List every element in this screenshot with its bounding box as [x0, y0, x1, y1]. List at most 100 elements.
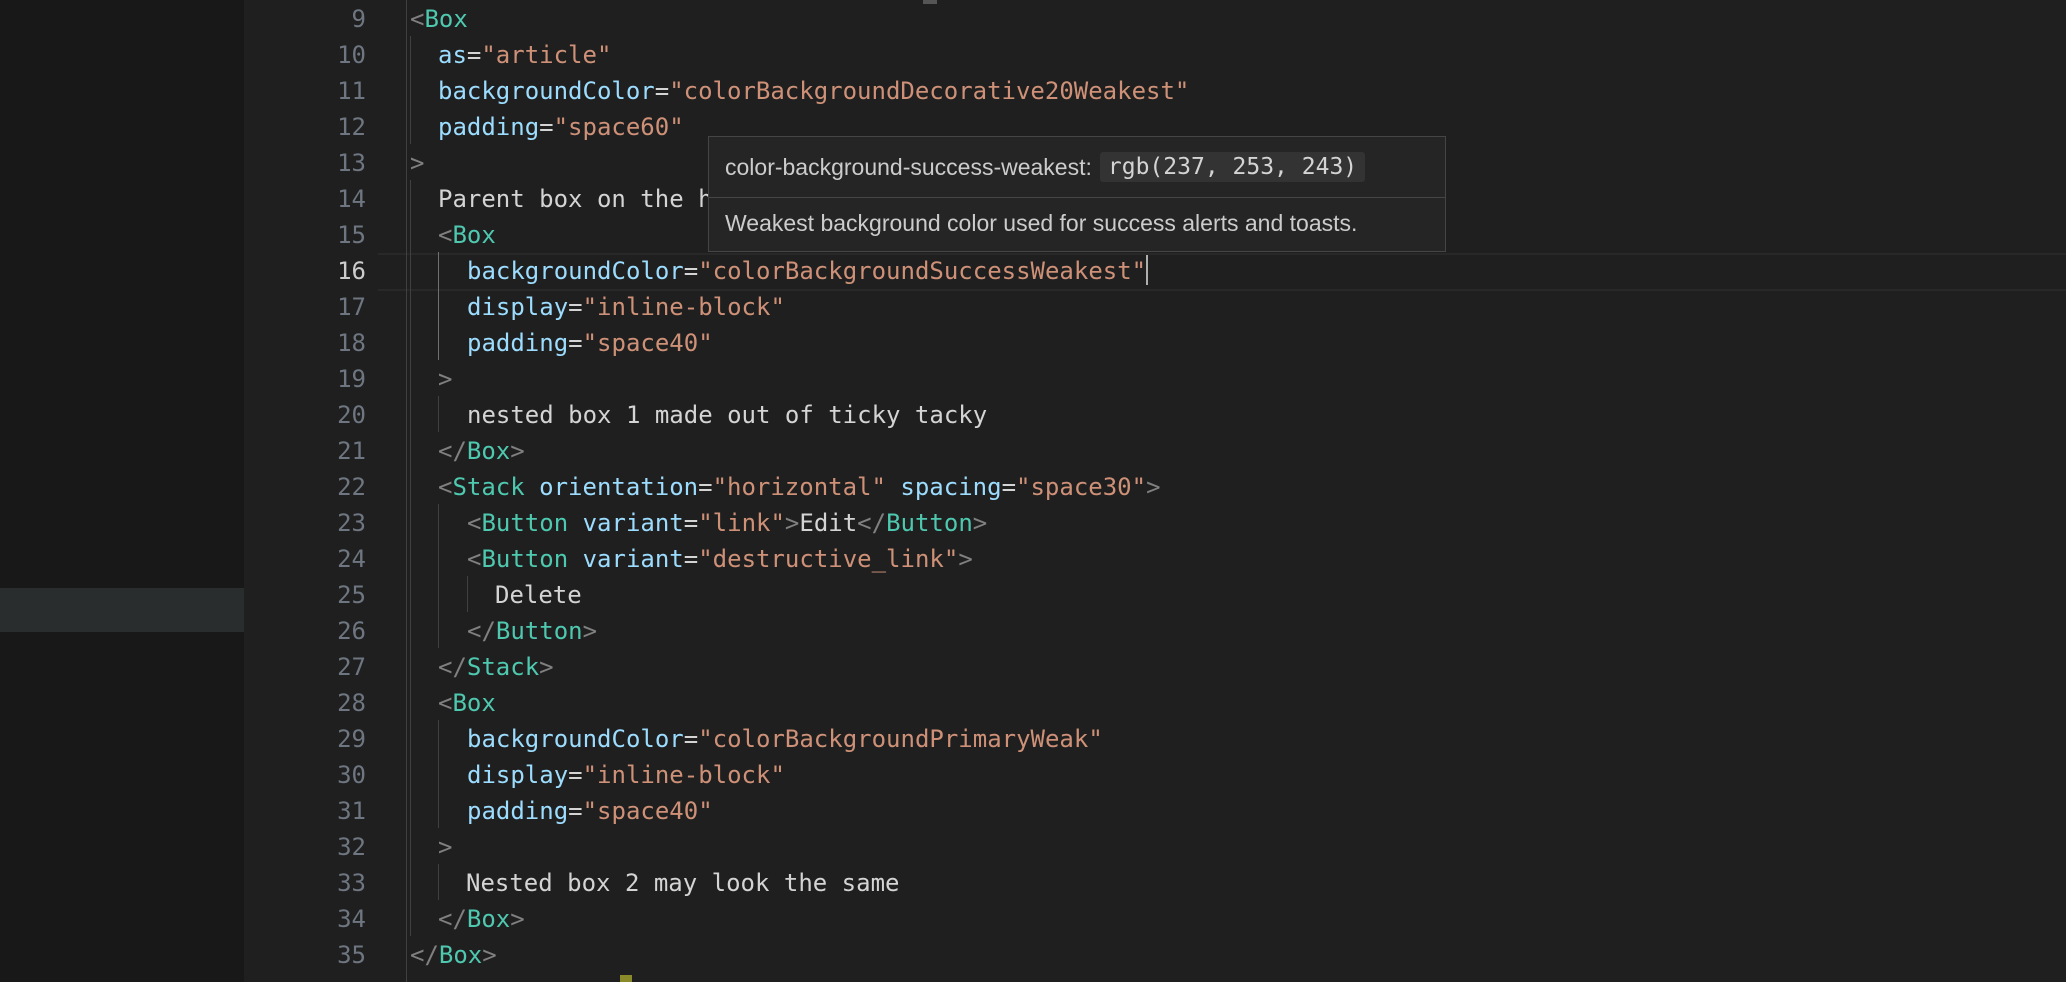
code-line: Parent box on the h — [438, 181, 713, 217]
line-number: 12 — [337, 113, 366, 141]
jsx-string: "article" — [481, 41, 612, 69]
jsx-tag: Button — [481, 509, 569, 537]
line-number: 32 — [337, 833, 366, 861]
line-number: 23 — [337, 509, 366, 537]
jsx-text: nested box 1 made out of ticky tacky — [467, 401, 988, 429]
code-line: </Box> — [438, 905, 525, 933]
indent-guide-active — [438, 252, 439, 360]
code-line: </Stack> — [438, 653, 554, 681]
line-number: 14 — [337, 185, 366, 213]
text-cursor — [1146, 255, 1149, 285]
jsx-tag: Box — [466, 905, 511, 933]
code-line: > — [438, 365, 453, 393]
code-line: Nested box 2 may look the same — [466, 865, 899, 901]
line-number: 10 — [337, 41, 366, 69]
jsx-string: "destructive_link" — [698, 545, 959, 573]
jsx-attribute: backgroundColor — [467, 725, 684, 753]
line-number: 20 — [337, 401, 366, 429]
sidebar-selected-item[interactable] — [0, 588, 244, 632]
jsx-attribute: as — [438, 41, 467, 69]
token-value: rgb(237, 253, 243) — [1099, 152, 1366, 182]
code-line: display="inline-block" — [467, 293, 785, 321]
lightbulb-icon[interactable] — [620, 975, 632, 982]
jsx-attribute: display — [467, 761, 569, 789]
line-number: 27 — [337, 653, 366, 681]
line-number: 21 — [337, 437, 366, 465]
jsx-attribute: orientation — [539, 473, 699, 501]
line-number: 26 — [337, 617, 366, 645]
line-number: 29 — [337, 725, 366, 753]
code-line: Delete — [495, 577, 582, 613]
indent-guide — [438, 396, 439, 432]
code-line: > — [438, 833, 453, 861]
jsx-string: "inline-block" — [582, 293, 785, 321]
indent-guide — [438, 864, 439, 900]
jsx-text: Parent box on the h — [438, 185, 713, 213]
jsx-tag: Button — [481, 545, 569, 573]
jsx-string: "space60" — [553, 113, 684, 141]
jsx-string: "space40" — [582, 797, 713, 825]
jsx-text: Edit — [799, 509, 858, 537]
jsx-tag: Box — [424, 5, 468, 33]
code-line: </Button> — [467, 617, 598, 645]
code-line: </Box> — [438, 437, 525, 465]
code-line: as="article" — [438, 41, 612, 69]
line-number: 13 — [337, 149, 366, 177]
code-line: <Box — [410, 5, 468, 33]
jsx-string: "horizontal" — [712, 473, 886, 501]
line-number: 30 — [337, 761, 366, 789]
jsx-tag: Box — [452, 689, 496, 717]
jsx-tag: Button — [495, 617, 583, 645]
jsx-string: "inline-block" — [582, 761, 785, 789]
jsx-string: "colorBackgroundSuccessWeakest" — [698, 257, 1147, 285]
code-line: backgroundColor="colorBackgroundDecorati… — [438, 77, 1190, 105]
jsx-tag: Box — [438, 941, 483, 969]
line-number: 9 — [351, 5, 366, 33]
jsx-attribute: padding — [467, 797, 569, 825]
jsx-string: "colorBackgroundDecorative20Weakest" — [669, 77, 1190, 105]
code-line: padding="space40" — [467, 329, 713, 357]
jsx-attribute: padding — [467, 329, 569, 357]
code-line: <Button variant="link">Edit</Button> — [467, 509, 988, 537]
jsx-tag: Box — [452, 221, 496, 249]
line-number: 22 — [337, 473, 366, 501]
jsx-tag: Button — [886, 509, 973, 537]
jsx-attribute: spacing — [900, 473, 1002, 501]
line-number: 33 — [337, 869, 366, 897]
jsx-string: "link" — [698, 509, 785, 537]
line-number: 15 — [337, 221, 366, 249]
jsx-tag: Stack — [466, 653, 540, 681]
indent-guide — [410, 36, 411, 144]
code-line: > — [410, 149, 425, 177]
line-number: 11 — [337, 77, 366, 105]
jsx-string: "space30" — [1016, 473, 1147, 501]
line-number: 28 — [337, 689, 366, 717]
indent-guide — [438, 504, 439, 648]
jsx-tag: Stack — [452, 473, 525, 501]
code-line: <Stack orientation="horizontal" spacing=… — [438, 473, 1161, 501]
indent-guide — [410, 180, 411, 936]
code-line: padding="space60" — [438, 113, 684, 141]
line-number: 35 — [337, 941, 366, 969]
indent-guide — [438, 720, 439, 828]
hover-header: color-background-success-weakest: rgb(23… — [709, 137, 1445, 198]
jsx-tag: Box — [466, 437, 511, 465]
token-hover-tooltip: color-background-success-weakest: rgb(23… — [708, 136, 1446, 252]
line-number: 19 — [337, 365, 366, 393]
jsx-attribute: backgroundColor — [467, 257, 684, 285]
indent-guide — [467, 576, 468, 612]
jsx-attribute: backgroundColor — [438, 77, 655, 105]
code-line-active: backgroundColor="colorBackgroundSuccessW… — [467, 255, 1149, 285]
line-number: 17 — [337, 293, 366, 321]
line-number: 18 — [337, 329, 366, 357]
jsx-text: Delete — [495, 581, 582, 609]
code-line: backgroundColor="colorBackgroundPrimaryW… — [467, 725, 1103, 753]
line-number-active: 16 — [337, 257, 366, 285]
code-line: display="inline-block" — [467, 761, 785, 789]
line-number: 34 — [337, 905, 366, 933]
line-number: 25 — [337, 581, 366, 609]
code-editor[interactable]: 9 10 11 12 13 14 15 16 17 18 19 20 21 22… — [244, 0, 2066, 982]
indent-guide — [406, 0, 407, 982]
code-line: padding="space40" — [467, 797, 713, 825]
jsx-text: Nested box 2 may look the same — [466, 869, 900, 897]
